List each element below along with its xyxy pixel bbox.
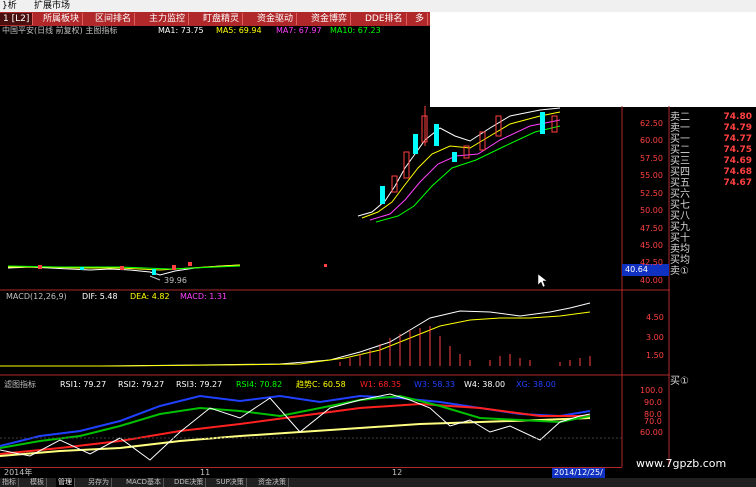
rsi3-value: RSI3: 79.27 bbox=[176, 380, 223, 389]
w3-value: W3: 58.33 bbox=[414, 380, 456, 389]
quote-row-sell-avg[interactable]: 卖均 bbox=[670, 244, 756, 255]
rsi-tick-3: 70.0 bbox=[644, 417, 662, 426]
quote-row-buy6[interactable]: 买六 bbox=[670, 189, 756, 200]
btab-manage[interactable]: 管理 bbox=[56, 478, 75, 487]
macd-dea-value: DEA: 4.82 bbox=[130, 292, 170, 301]
macd-title: MACD(12,26,9) bbox=[6, 292, 67, 301]
quote-row-sell1[interactable]: 卖一 74.79 bbox=[670, 123, 756, 134]
date-label-dec: 12 bbox=[392, 468, 403, 477]
macd-header: MACD(12,26,9) DIF: 5.48 DEA: 4.82 MACD: … bbox=[0, 292, 620, 302]
btab-indicator[interactable]: 指标 bbox=[0, 478, 19, 487]
date-label-nov: 11 bbox=[200, 468, 211, 477]
mouse-cursor-icon bbox=[538, 274, 548, 288]
btab-save-as[interactable]: 另存为 bbox=[86, 478, 112, 487]
macd-axis: 4.50 3.00 1.50 bbox=[624, 300, 670, 380]
date-label-current: 2014/12/25/ bbox=[552, 468, 605, 478]
quote-row-buy7[interactable]: 买七 bbox=[670, 200, 756, 211]
quote-row-sell2[interactable]: 卖二 74.80 bbox=[670, 112, 756, 123]
macd-tick-1: 3.00 bbox=[646, 333, 664, 342]
rsi4-value: RSI4: 70.82 bbox=[236, 380, 283, 389]
macd-tick-0: 4.50 bbox=[646, 313, 664, 322]
rsi-tick-4: 60.00 bbox=[640, 428, 663, 437]
site-watermark: www.7gpzb.com bbox=[636, 457, 727, 470]
quote-row-buy1[interactable]: 买一 74.77 bbox=[670, 134, 756, 145]
rsi-axis: 100.0 90.0 80.0 70.0 60.00 bbox=[624, 384, 670, 464]
quote-row-buy-avg[interactable]: 买均 bbox=[670, 255, 756, 266]
macd-tick-2: 1.50 bbox=[646, 351, 664, 360]
btab-dde[interactable]: DDE决策 bbox=[172, 478, 207, 487]
btab-template[interactable]: 模板 bbox=[28, 478, 47, 487]
rsi-header: 滤图指标 RSI1: 79.27 RSI2: 79.27 RSI3: 79.27… bbox=[0, 380, 620, 390]
w4-value: W4: 38.00 bbox=[464, 380, 506, 389]
quote-row-buy5[interactable]: 买五 74.67 bbox=[670, 178, 756, 189]
rsi-title: 滤图指标 bbox=[4, 380, 36, 389]
quote-row-buy10[interactable]: 买十 bbox=[670, 233, 756, 244]
rsi-yellow-line bbox=[0, 417, 591, 457]
rsi2-value: RSI2: 79.27 bbox=[118, 380, 165, 389]
quote-row-buy9[interactable]: 买九 bbox=[670, 222, 756, 233]
btab-sup[interactable]: SUP决策 bbox=[214, 478, 247, 487]
btab-macd-basic[interactable]: MACD基本 bbox=[124, 478, 164, 487]
macd-macd-value: MACD: 1.31 bbox=[180, 292, 228, 301]
w1-value: W1: 68.35 bbox=[360, 380, 402, 389]
date-axis: 2014年 11 12 2014/12/25/ bbox=[0, 467, 622, 478]
trend-value: 趋势C: 60.58 bbox=[296, 380, 346, 389]
rsi1-value: RSI1: 79.27 bbox=[60, 380, 107, 389]
macd-dif-line bbox=[0, 302, 591, 367]
bottom-tab-bar: 指标 模板 管理 另存为 MACD基本 DDE决策 SUP决策 资金决策 bbox=[0, 478, 756, 487]
xg-value: XG: 38.00 bbox=[516, 380, 556, 389]
date-label-year: 2014年 bbox=[4, 468, 33, 477]
quote-row-sell-circle[interactable]: 卖① bbox=[670, 266, 756, 277]
quote-row-buy4[interactable]: 买四 74.68 bbox=[670, 167, 756, 178]
btab-fund[interactable]: 资金决策 bbox=[256, 478, 289, 487]
buy-circle-label[interactable]: 买① bbox=[670, 376, 689, 387]
quote-row-buy3[interactable]: 买三 74.69 bbox=[670, 156, 756, 167]
macd-dif-value: DIF: 5.48 bbox=[82, 292, 118, 301]
order-book: 卖二 74.80 卖一 74.79 买一 74.77 买二 74.75 买三 74.69 … bbox=[0, 0, 756, 300]
quote-row-buy8[interactable]: 买八 bbox=[670, 211, 756, 222]
rsi-tick-0: 100.0 bbox=[640, 386, 663, 395]
rsi-tick-1: 90.0 bbox=[644, 398, 662, 407]
quote-row-buy2[interactable]: 买二 74.75 bbox=[670, 145, 756, 156]
macd-dea-line bbox=[0, 311, 591, 367]
